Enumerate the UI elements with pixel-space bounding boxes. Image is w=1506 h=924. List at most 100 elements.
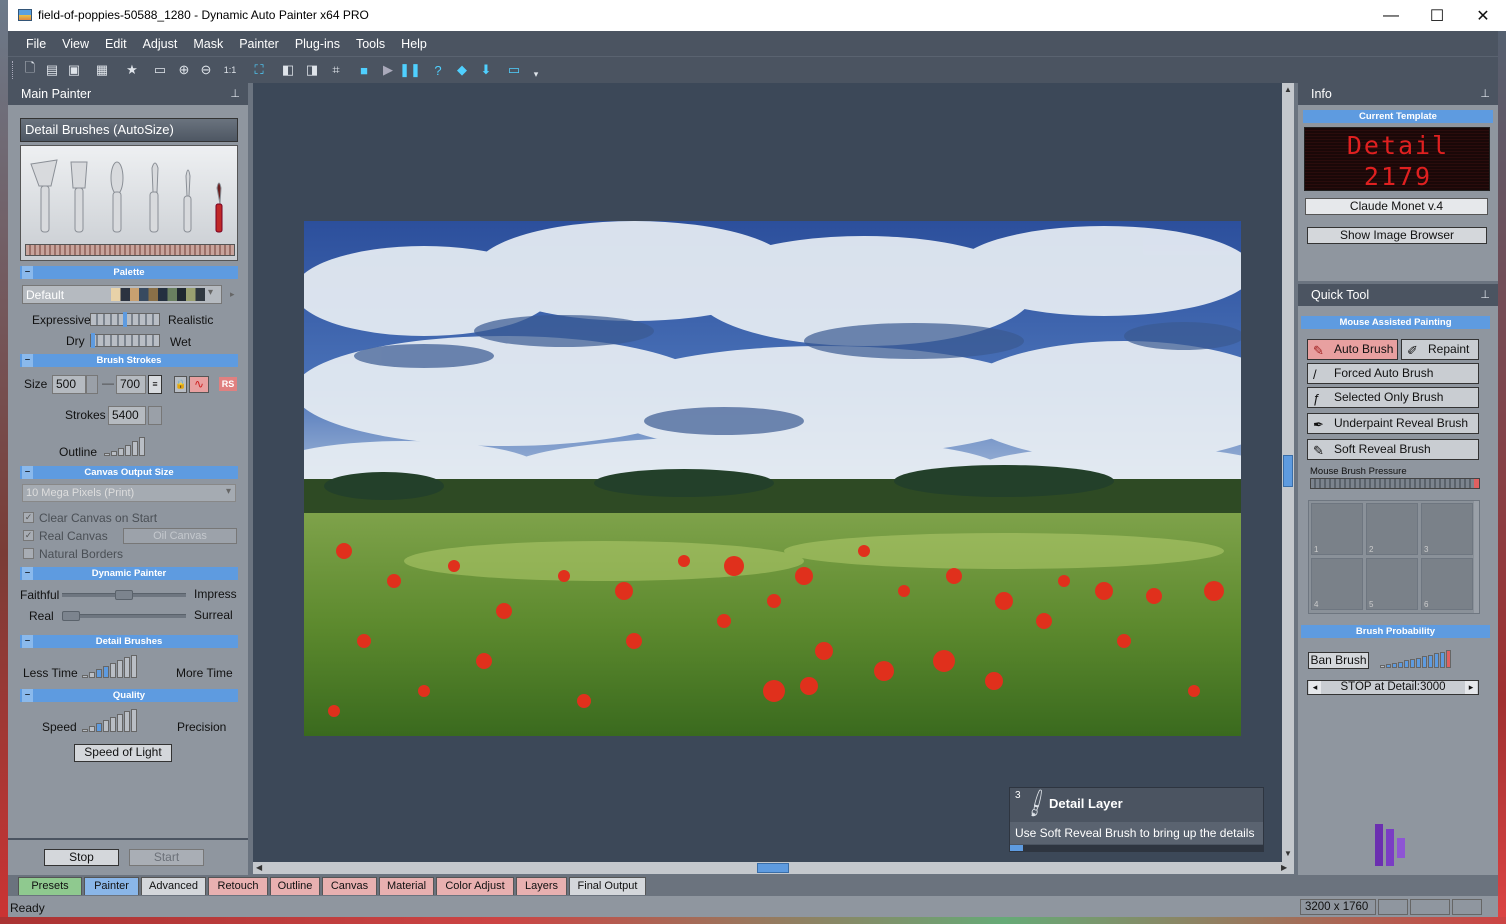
compare-icon[interactable]: ◨ xyxy=(304,62,320,78)
brush-slot-3[interactable]: 3 xyxy=(1421,503,1473,555)
stop-button[interactable]: Stop xyxy=(44,849,119,866)
ban-brush-button[interactable]: Ban Brush xyxy=(1308,652,1369,669)
tab-material[interactable]: Material xyxy=(379,877,434,895)
palette-section-header[interactable]: – Palette xyxy=(20,266,238,279)
canvas-size-select[interactable]: 10 Mega Pixels (Print) ▾ xyxy=(22,484,236,502)
tab-final-output[interactable]: Final Output xyxy=(569,877,646,895)
palette-dropdown-icon[interactable]: ▾ xyxy=(208,287,213,298)
tab-layers[interactable]: Layers xyxy=(516,877,567,895)
vertical-scroll-thumb[interactable] xyxy=(1283,455,1293,487)
open-icon[interactable]: ▤ xyxy=(44,62,60,78)
speed-of-light-button[interactable]: Speed of Light xyxy=(74,744,172,762)
zoom-1-1-icon[interactable]: 1:1 xyxy=(222,62,238,78)
help-icon[interactable]: ? xyxy=(430,62,446,78)
scroll-up-icon[interactable]: ▲ xyxy=(1284,85,1292,94)
selected-only-brush-button[interactable]: ƒ Selected Only Brush xyxy=(1307,387,1479,408)
faithful-impress-thumb[interactable] xyxy=(115,590,133,600)
template-name-box[interactable]: Detail Brushes (AutoSize) xyxy=(20,118,238,142)
favorite-icon[interactable]: ★ xyxy=(124,62,140,78)
scroll-right-icon[interactable]: ▶ xyxy=(1281,863,1287,872)
menu-plugins[interactable]: Plug-ins xyxy=(295,37,340,51)
scroll-left-icon[interactable]: ◀ xyxy=(256,863,262,872)
repaint-button[interactable]: ✐ Repaint xyxy=(1401,339,1479,360)
tab-retouch[interactable]: Retouch xyxy=(208,877,268,895)
brush-slot-2[interactable]: 2 xyxy=(1366,503,1418,555)
menu-file[interactable]: File xyxy=(26,37,46,51)
pin-icon[interactable]: ⊥ xyxy=(230,83,240,105)
tab-outline[interactable]: Outline xyxy=(270,877,320,895)
clear-canvas-checkbox[interactable]: ✓ xyxy=(23,512,34,523)
brush-slot-5[interactable]: 5 xyxy=(1366,558,1418,610)
maximize-button[interactable]: ☐ xyxy=(1414,0,1460,31)
quality-slider[interactable] xyxy=(82,709,137,732)
menu-tools[interactable]: Tools xyxy=(356,37,385,51)
load-icon[interactable]: ▭ xyxy=(152,62,168,78)
menu-view[interactable]: View xyxy=(62,37,89,51)
size-min-spinner[interactable] xyxy=(86,375,98,394)
real-surreal-thumb[interactable] xyxy=(62,611,80,621)
fit-icon[interactable]: ⛶ xyxy=(251,62,267,78)
screen-icon[interactable]: ▭ xyxy=(506,62,522,78)
brush-probability-slider[interactable] xyxy=(1380,650,1451,668)
tab-color-adjust[interactable]: Color Adjust xyxy=(436,877,514,895)
size-max-input[interactable]: 700 xyxy=(116,375,146,394)
zoom-in-icon[interactable]: ⊕ xyxy=(176,62,192,78)
dynamic-painter-section-header[interactable]: – Dynamic Painter xyxy=(20,567,238,580)
real-surreal-track[interactable] xyxy=(62,614,186,618)
scroll-down-icon[interactable]: ▼ xyxy=(1284,849,1292,858)
brush-slot-1[interactable]: 1 xyxy=(1311,503,1363,555)
horizontal-scroll-thumb[interactable] xyxy=(757,863,789,873)
brush-slot-4[interactable]: 4 xyxy=(1311,558,1363,610)
lock-icon[interactable]: 🔒 xyxy=(174,376,187,393)
underpaint-reveal-brush-button[interactable]: ✒ Underpaint Reveal Brush xyxy=(1307,413,1479,434)
menu-mask[interactable]: Mask xyxy=(193,37,223,51)
natural-borders-checkbox[interactable] xyxy=(23,548,34,559)
stop-at-detail-control[interactable]: ◂ STOP at Detail:3000 ▸ xyxy=(1307,680,1479,695)
quick-tool-pin-icon[interactable]: ⊥ xyxy=(1480,284,1490,306)
canvas-horizontal-scrollbar[interactable]: ◀ ▶ xyxy=(253,862,1294,874)
pause-icon[interactable]: ❚❚ xyxy=(399,62,421,78)
auto-brush-button[interactable]: ✎ Auto Brush xyxy=(1307,339,1398,360)
painting-canvas[interactable] xyxy=(304,221,1241,736)
size-max-spinner[interactable]: ≡ xyxy=(148,375,162,394)
strokes-spinner[interactable] xyxy=(148,406,162,425)
rs-badge[interactable]: RS xyxy=(219,377,237,391)
zoom-out-icon[interactable]: ⊖ xyxy=(198,62,214,78)
wave-icon[interactable]: ∿ xyxy=(189,376,209,393)
play-icon[interactable]: ▶ xyxy=(380,62,396,78)
close-button[interactable]: ✕ xyxy=(1460,0,1506,31)
next-detail-button[interactable]: ▸ xyxy=(1465,681,1477,694)
canvas-vertical-scrollbar[interactable]: ▲ ▼ xyxy=(1282,83,1294,862)
brush-slot-6[interactable]: 6 xyxy=(1421,558,1473,610)
save-as-icon[interactable]: ▦ xyxy=(94,62,110,78)
info-pin-icon[interactable]: ⊥ xyxy=(1480,83,1490,105)
palette-select[interactable]: Default ▾ xyxy=(22,285,222,304)
layers-icon[interactable]: ◆ xyxy=(454,62,470,78)
outline-level-slider[interactable] xyxy=(104,437,145,456)
dry-wet-slider[interactable] xyxy=(90,333,160,348)
prev-detail-button[interactable]: ◂ xyxy=(1309,681,1321,694)
quality-section-header[interactable]: – Quality xyxy=(20,689,238,702)
menu-edit[interactable]: Edit xyxy=(105,37,127,51)
detail-brushes-section-header[interactable]: – Detail Brushes xyxy=(20,635,238,648)
crop-icon[interactable]: ⌗ xyxy=(328,62,344,78)
menu-adjust[interactable]: Adjust xyxy=(143,37,178,51)
tab-advanced[interactable]: Advanced xyxy=(141,877,206,895)
expressive-realistic-slider[interactable] xyxy=(90,312,160,327)
menu-painter[interactable]: Painter xyxy=(239,37,279,51)
soft-reveal-brush-button[interactable]: ✎ Soft Reveal Brush xyxy=(1307,439,1479,460)
real-canvas-checkbox[interactable]: ✓ xyxy=(23,530,34,541)
canvas-size-dropdown-icon[interactable]: ▾ xyxy=(226,486,231,497)
mouse-brush-pressure-slider[interactable] xyxy=(1310,478,1480,489)
tab-presets[interactable]: Presets xyxy=(18,877,82,895)
size-min-input[interactable]: 500 xyxy=(52,375,86,394)
tab-canvas[interactable]: Canvas xyxy=(322,877,377,895)
palette-arrow-icon[interactable]: ▸ xyxy=(230,289,235,300)
show-image-browser-button[interactable]: Show Image Browser xyxy=(1307,227,1487,244)
stop-icon[interactable]: ■ xyxy=(356,62,372,78)
menu-help[interactable]: Help xyxy=(401,37,427,51)
save-icon[interactable]: ▣ xyxy=(66,62,82,78)
crop-layer-icon[interactable]: ◧ xyxy=(280,62,296,78)
canvas-type-button[interactable]: Oil Canvas xyxy=(123,528,237,544)
forced-auto-brush-button[interactable]: / Forced Auto Brush xyxy=(1307,363,1479,384)
